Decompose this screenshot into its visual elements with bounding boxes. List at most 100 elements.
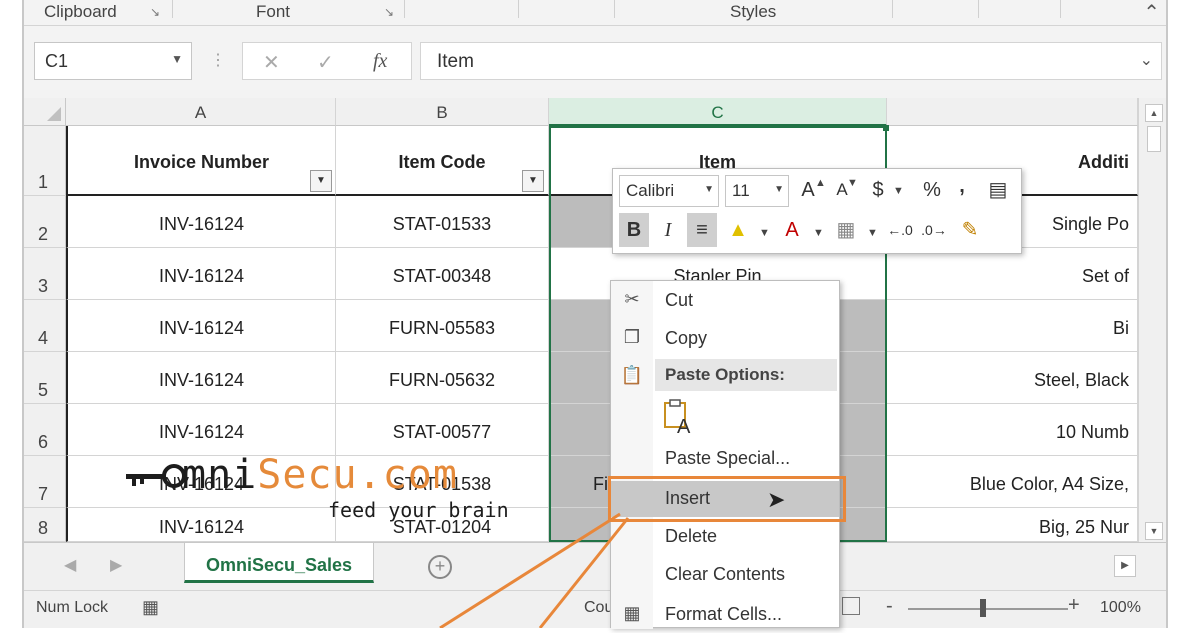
paste-option-keep-text-icon[interactable]: A xyxy=(663,399,693,438)
cell-invoice-number[interactable]: INV-16124 xyxy=(66,508,336,542)
row-header-5[interactable]: 5 xyxy=(24,352,66,404)
cell-additional[interactable]: Big, 25 Nur xyxy=(887,508,1138,542)
format-table-icon[interactable]: ▤ xyxy=(983,173,1013,207)
comma-style-icon[interactable]: , xyxy=(947,169,977,203)
row-header-4[interactable]: 4 xyxy=(24,300,66,352)
expand-formula-bar-icon[interactable]: ⌄ xyxy=(1140,50,1153,70)
cell-invoice-number[interactable]: INV-16124 xyxy=(66,300,336,352)
column-header-c[interactable]: C xyxy=(549,98,887,126)
cell-additional[interactable]: Steel, Black xyxy=(887,352,1138,404)
menu-item-clear-contents[interactable]: Clear Contents xyxy=(611,557,839,593)
chevron-down-icon[interactable]: ▼ xyxy=(813,227,824,239)
cell-additional[interactable]: Blue Color, A4 Size, xyxy=(887,456,1138,508)
zoom-level[interactable]: 100% xyxy=(1100,599,1141,617)
zoom-out-button[interactable]: - xyxy=(886,595,893,618)
formula-input[interactable]: Item ⌄ xyxy=(420,42,1162,80)
header-cell-item-code[interactable]: Item Code xyxy=(336,126,549,196)
cell-item-code[interactable]: STAT-00348 xyxy=(336,248,549,300)
row-header-2[interactable]: 2 xyxy=(24,196,66,248)
scroll-down-icon[interactable]: ▼ xyxy=(1145,522,1163,540)
row-header-8[interactable]: 8 xyxy=(24,508,66,542)
accounting-format-icon[interactable]: $ xyxy=(863,173,893,207)
filter-dropdown-icon[interactable]: ▼ xyxy=(310,170,332,192)
menu-item-label: Copy xyxy=(665,328,708,348)
row-header-1[interactable]: 1 xyxy=(24,126,66,196)
menu-item-delete[interactable]: Delete xyxy=(611,519,839,555)
select-all-button[interactable] xyxy=(24,98,66,126)
decrease-decimal-icon[interactable]: .0→ xyxy=(919,213,949,247)
cell-invoice-number[interactable]: INV-16124 xyxy=(66,352,336,404)
chevron-down-icon[interactable]: ▼ xyxy=(867,227,878,239)
chevron-down-icon[interactable]: ▼ xyxy=(171,52,183,66)
filter-dropdown-icon[interactable]: ▼ xyxy=(522,170,544,192)
page-layout-view-icon[interactable] xyxy=(842,597,860,615)
align-center-icon[interactable]: ≡ xyxy=(687,213,717,247)
column-header-d[interactable] xyxy=(887,98,1138,126)
font-size-box[interactable]: 11 ▼ xyxy=(725,175,789,207)
menu-item-insert[interactable]: Insert ➤ xyxy=(611,481,839,517)
enter-check-icon[interactable]: ✓ xyxy=(317,50,334,75)
next-sheet-icon[interactable]: ▶ xyxy=(110,555,122,575)
percent-style-icon[interactable]: % xyxy=(917,173,947,207)
svg-text:A: A xyxy=(677,416,691,437)
chevron-down-icon[interactable]: ▼ xyxy=(704,184,714,195)
header-cell-invoice-number[interactable]: Invoice Number xyxy=(66,126,336,196)
row-header-6[interactable]: 6 xyxy=(24,404,66,456)
format-painter-icon[interactable]: ✎ xyxy=(955,213,985,247)
vertical-scrollbar[interactable]: ▲ ▼ xyxy=(1138,98,1166,542)
paste-options-header: Paste Options: xyxy=(655,359,837,391)
font-name-box[interactable]: Calibri ▼ xyxy=(619,175,719,207)
cell-invoice-number[interactable]: INV-16124 xyxy=(66,404,336,456)
add-sheet-button[interactable]: + xyxy=(428,555,452,579)
zoom-in-button[interactable]: + xyxy=(1068,594,1080,617)
cell-item-code[interactable]: FURN-05632 xyxy=(336,352,549,404)
clipboard-launcher-icon[interactable]: ↘ xyxy=(150,5,160,19)
chevron-down-icon[interactable]: ▼ xyxy=(893,185,904,197)
cell-invoice-number[interactable]: INV-16124 xyxy=(66,456,336,508)
increase-decimal-icon[interactable]: ←.0 xyxy=(885,213,915,247)
scroll-thumb[interactable] xyxy=(1147,126,1161,152)
fill-color-icon[interactable]: ▲ xyxy=(723,213,753,247)
name-box[interactable]: C1 ▼ xyxy=(34,42,192,80)
menu-item-paste-special[interactable]: Paste Special... xyxy=(611,441,839,477)
menu-item-copy[interactable]: ❐ Copy xyxy=(611,321,839,357)
prev-sheet-icon[interactable]: ◀ xyxy=(64,555,76,575)
font-launcher-icon[interactable]: ↘ xyxy=(384,5,394,19)
column-header-b[interactable]: B xyxy=(336,98,549,126)
formula-bar-grip-icon[interactable]: ⋮ xyxy=(210,50,226,70)
italic-button[interactable]: I xyxy=(653,213,683,247)
menu-item-cut[interactable]: ✂ Cut xyxy=(611,283,839,319)
bold-button[interactable]: B xyxy=(619,213,649,247)
macro-record-icon[interactable]: ▦ xyxy=(142,597,159,618)
cancel-x-icon[interactable]: ✕ xyxy=(263,50,280,75)
column-header-a[interactable]: A xyxy=(66,98,336,126)
row-header-7[interactable]: 7 xyxy=(24,456,66,508)
scroll-up-icon[interactable]: ▲ xyxy=(1145,104,1163,122)
cell-invoice-number[interactable]: INV-16124 xyxy=(66,248,336,300)
cell-additional[interactable]: 10 Numb xyxy=(887,404,1138,456)
cell-item-code[interactable]: STAT-00577 xyxy=(336,404,549,456)
font-color-icon[interactable]: A xyxy=(777,213,807,247)
formula-buttons: ✕ ✓ fx xyxy=(242,42,412,80)
scroll-right-icon[interactable]: ▶ xyxy=(1114,555,1136,577)
menu-item-label: Paste Special... xyxy=(665,448,791,468)
ribbon-group-font: Font xyxy=(256,2,291,21)
collapse-ribbon-icon[interactable]: ⌃ xyxy=(1143,0,1160,25)
ribbon-separator xyxy=(172,0,173,18)
zoom-slider[interactable] xyxy=(908,608,1068,610)
borders-icon[interactable]: ▦ xyxy=(831,213,861,247)
cell-item-code[interactable]: FURN-05583 xyxy=(336,300,549,352)
cell-invoice-number[interactable]: INV-16124 xyxy=(66,196,336,248)
sheet-tab-omnisecu-sales[interactable]: OmniSecu_Sales xyxy=(184,543,374,583)
menu-item-label: Format Cells... xyxy=(665,604,783,624)
chevron-down-icon[interactable]: ▼ xyxy=(774,184,784,195)
cell-additional[interactable]: Set of xyxy=(887,248,1138,300)
chevron-down-icon[interactable]: ▼ xyxy=(759,227,770,239)
zoom-slider-thumb[interactable] xyxy=(980,599,986,617)
cell-additional[interactable]: Bi xyxy=(887,300,1138,352)
cell-item-code[interactable]: STAT-01533 xyxy=(336,196,549,248)
row-header-3[interactable]: 3 xyxy=(24,248,66,300)
insert-function-icon[interactable]: fx xyxy=(373,50,387,73)
cell-item-code[interactable]: STAT-01204 xyxy=(336,508,549,542)
cell-item-code[interactable]: STAT-01538 xyxy=(336,456,549,508)
